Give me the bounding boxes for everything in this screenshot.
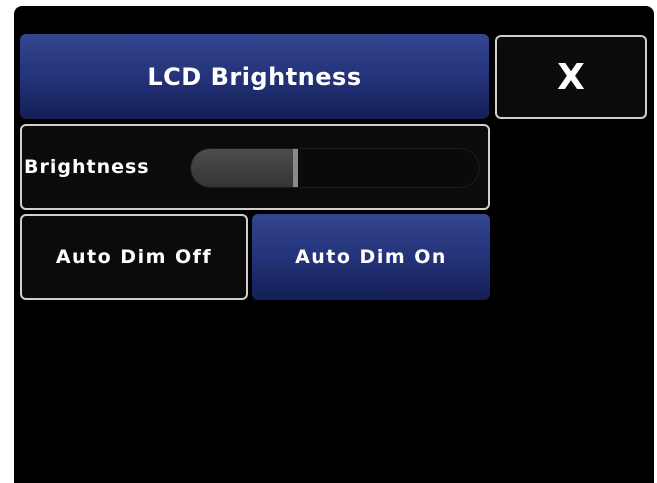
page-title-label: LCD Brightness — [147, 62, 362, 91]
brightness-slider-fill — [191, 149, 298, 187]
brightness-slider-handle[interactable] — [292, 149, 298, 187]
auto-dim-on-button[interactable]: Auto Dim On — [252, 214, 490, 300]
brightness-label: Brightness — [24, 156, 150, 178]
brightness-panel: Brightness — [20, 124, 490, 210]
auto-dim-off-label: Auto Dim Off — [55, 246, 213, 268]
brightness-slider[interactable] — [190, 148, 480, 188]
page-title: LCD Brightness — [20, 34, 489, 119]
close-icon: X — [557, 56, 585, 98]
close-button[interactable]: X — [495, 35, 647, 119]
auto-dim-off-button[interactable]: Auto Dim Off — [20, 214, 248, 300]
auto-dim-on-label: Auto Dim On — [295, 246, 447, 268]
